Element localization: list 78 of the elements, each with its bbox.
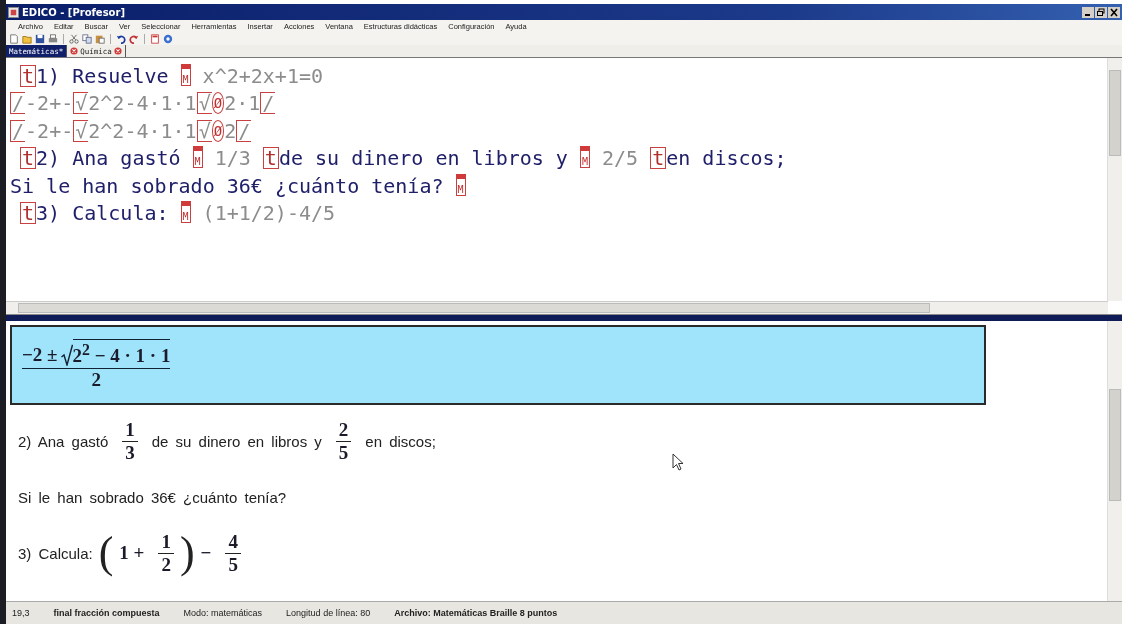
math-code: 2^2-4·1·1 <box>88 91 197 116</box>
math-marker: √ <box>73 92 89 115</box>
close-icon[interactable] <box>1108 6 1120 18</box>
copy-icon[interactable] <box>82 34 92 44</box>
status-text: 19,3 <box>12 608 31 618</box>
status-text: Modo: matemáticas <box>183 608 264 618</box>
preview-text: Si le han sobrado 36€ ¿cuánto tenía? <box>18 488 287 506</box>
text-marker: t <box>20 64 37 87</box>
math-mode-marker: M <box>180 201 191 224</box>
print-icon[interactable] <box>48 34 58 44</box>
math-marker: √ <box>196 119 212 142</box>
math-marker: / <box>10 119 26 142</box>
denominator: 5 <box>335 440 352 464</box>
editor-text: en discos; <box>666 146 787 171</box>
vertical-scrollbar[interactable] <box>1107 321 1122 601</box>
preview-text: en discos; <box>365 432 436 450</box>
app-icon <box>8 6 19 18</box>
text-marker: t <box>262 147 279 170</box>
editor-text: Si le han sobrado 36€ ¿cuánto tenía? <box>10 173 445 198</box>
preview-text: 3) Calcula: <box>18 544 93 562</box>
mouse-pointer-icon <box>672 453 684 471</box>
radicand: 2$^{2}$ − 4 · 1 · 1 <box>72 338 171 367</box>
numerator: 1 <box>125 418 135 441</box>
status-text: Longitud de línea: 80 <box>286 608 372 618</box>
math-marker: / <box>10 92 26 115</box>
math-text: −2 ± <box>22 344 58 367</box>
text-marker: t <box>650 147 667 170</box>
denominator: 2 <box>22 368 171 392</box>
parenthesis: ) <box>179 531 195 575</box>
paste-icon[interactable] <box>95 34 105 44</box>
math-marker: √ <box>73 119 89 142</box>
numerator: 2 <box>338 418 349 441</box>
preview-text: 2) Ana gastó <box>18 432 109 450</box>
math-marker: / <box>236 119 252 142</box>
cut-icon[interactable] <box>69 34 79 44</box>
editor-text: de su dinero en libros y <box>278 146 569 171</box>
math-code: 1/3 <box>213 146 252 171</box>
text-marker: t <box>20 202 37 225</box>
parenthesis: ( <box>98 531 114 575</box>
vertical-scrollbar[interactable] <box>1107 58 1122 301</box>
preview-text: de su dinero en libros y <box>151 432 322 450</box>
math-code: 2/5 <box>601 146 640 171</box>
status-text: final fracción compuesta <box>53 608 161 618</box>
math-code: x^2+2x+1=0 <box>201 63 324 88</box>
text-marker: t <box>20 147 37 170</box>
denominator: 5 <box>225 552 241 576</box>
save-icon[interactable] <box>35 34 45 44</box>
math-marker: / <box>260 92 276 115</box>
editor-text: 3) Calcula: <box>36 201 170 226</box>
editor-text: 2) Ana gastó <box>36 146 182 171</box>
help-icon[interactable] <box>163 34 173 44</box>
math-mode-marker: M <box>192 146 203 169</box>
math-code: 2^2-4·1·1 <box>88 118 197 143</box>
math-text: 1 + <box>119 542 145 564</box>
numerator: 4 <box>228 530 238 553</box>
radical-sign-icon <box>60 344 73 367</box>
undo-icon[interactable] <box>116 34 126 44</box>
doc-icon[interactable] <box>150 34 160 44</box>
math-code: -2+- <box>25 118 74 143</box>
math-text: − <box>200 542 212 564</box>
math-mode-marker: M <box>180 63 191 86</box>
minimize-icon[interactable] <box>1082 6 1094 18</box>
math-code: (1+1/2)-4/5 <box>201 201 336 226</box>
denominator: 3 <box>122 440 138 464</box>
numerator: 1 <box>161 530 171 553</box>
math-code: 2 <box>224 118 237 143</box>
restore-icon[interactable] <box>1095 6 1107 18</box>
editor-text: 1) Resuelve <box>36 63 170 88</box>
status-text: Archivo: Matemáticas Braille 8 puntos <box>394 608 559 618</box>
horizontal-scrollbar[interactable] <box>6 301 1108 314</box>
math-mode-marker: M <box>455 173 466 196</box>
math-code: 2·1 <box>224 91 261 116</box>
window-title: EDICO - [Profesor] <box>22 6 125 18</box>
denominator: 2 <box>158 552 174 576</box>
math-marker: √ <box>196 92 212 115</box>
math-code: -2+- <box>25 91 74 116</box>
math-mode-marker: M <box>579 146 590 169</box>
redo-icon[interactable] <box>129 34 139 44</box>
